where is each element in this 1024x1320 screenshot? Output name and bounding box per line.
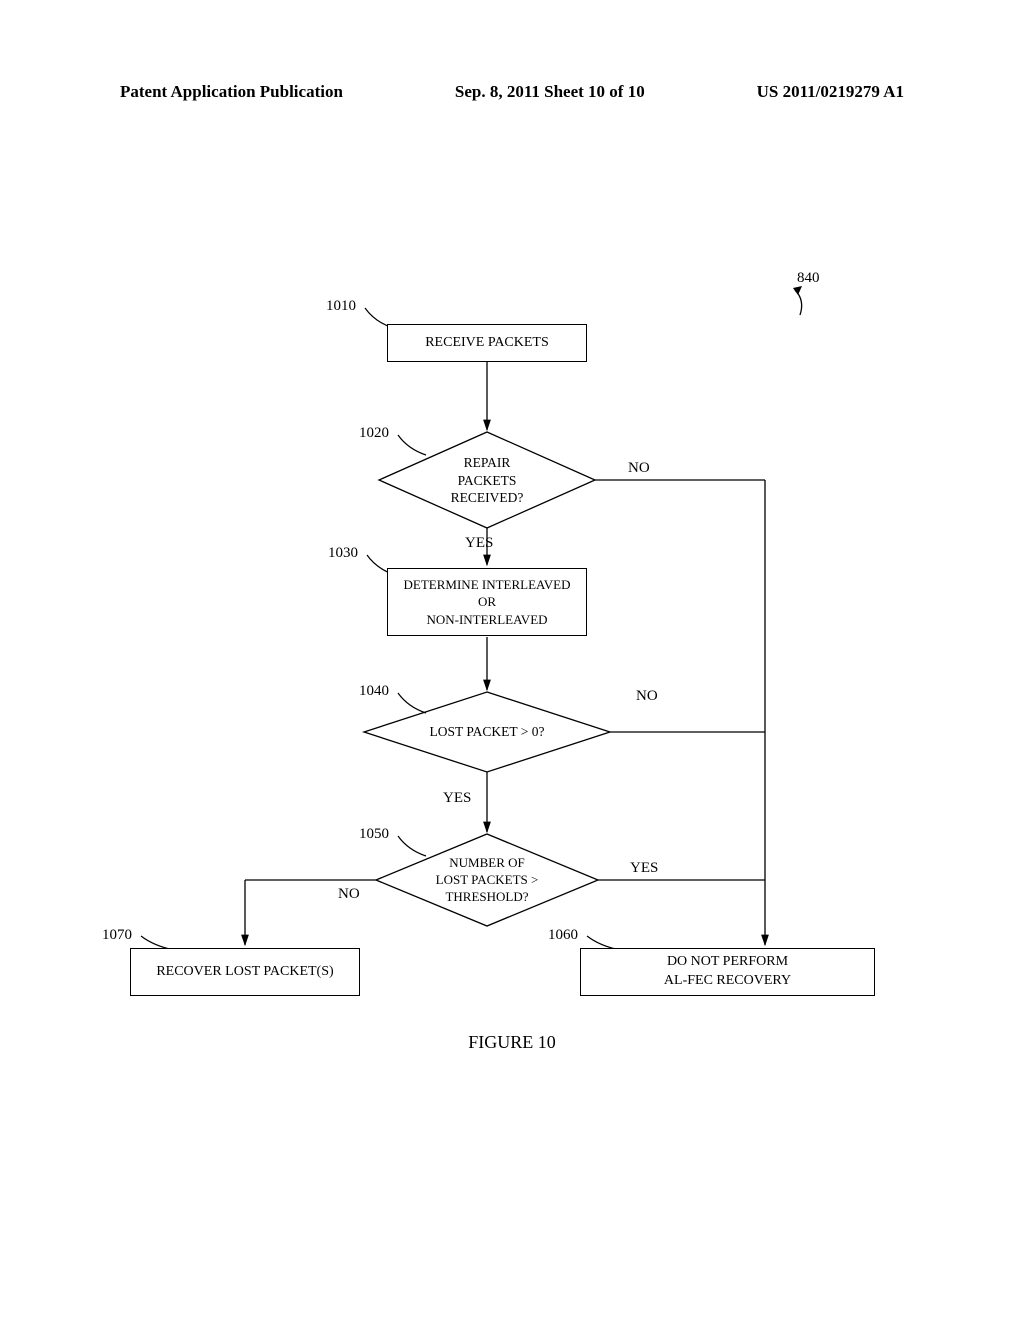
branch-no-1020: NO — [628, 460, 650, 477]
ref-overall: 840 — [797, 270, 820, 287]
ref-1060: 1060 — [548, 927, 578, 944]
diamond-threshold: NUMBER OF LOST PACKETS > THRESHOLD? — [418, 855, 556, 906]
box-receive-packets: RECEIVE PACKETS — [387, 324, 587, 362]
ref-1010: 1010 — [326, 298, 356, 315]
box-text: DETERMINE INTERLEAVED OR NON-INTERLEAVED — [404, 576, 571, 629]
ref-1030: 1030 — [328, 545, 358, 562]
branch-no-1050: NO — [338, 886, 360, 903]
branch-yes-1040: YES — [443, 790, 471, 807]
figure-caption: FIGURE 10 — [0, 1032, 1024, 1053]
ref-1070: 1070 — [102, 927, 132, 944]
box-text: RECOVER LOST PACKET(S) — [156, 963, 333, 982]
diamond-text: LOST PACKET > 0? — [429, 724, 544, 739]
ref-1050: 1050 — [359, 826, 389, 843]
box-do-not-perform: DO NOT PERFORM AL-FEC RECOVERY — [580, 948, 875, 996]
flowchart-svg — [0, 0, 1024, 1320]
diamond-text: NUMBER OF LOST PACKETS > THRESHOLD? — [436, 855, 539, 904]
ref-1020: 1020 — [359, 425, 389, 442]
flowchart: RECEIVE PACKETS REPAIR PACKETS RECEIVED?… — [0, 0, 1024, 1320]
branch-yes-1050: YES — [630, 860, 658, 877]
box-determine-interleaved: DETERMINE INTERLEAVED OR NON-INTERLEAVED — [387, 568, 587, 636]
box-text: DO NOT PERFORM AL-FEC RECOVERY — [664, 953, 791, 991]
box-text: RECEIVE PACKETS — [425, 334, 549, 353]
branch-yes-1020: YES — [465, 535, 493, 552]
box-recover-lost: RECOVER LOST PACKET(S) — [130, 948, 360, 996]
diamond-lost-packet: LOST PACKET > 0? — [408, 724, 566, 740]
diamond-repair-packets: REPAIR PACKETS RECEIVED? — [420, 454, 554, 507]
diamond-text: REPAIR PACKETS RECEIVED? — [451, 455, 524, 505]
branch-no-1040: NO — [636, 688, 658, 705]
ref-1040: 1040 — [359, 683, 389, 700]
